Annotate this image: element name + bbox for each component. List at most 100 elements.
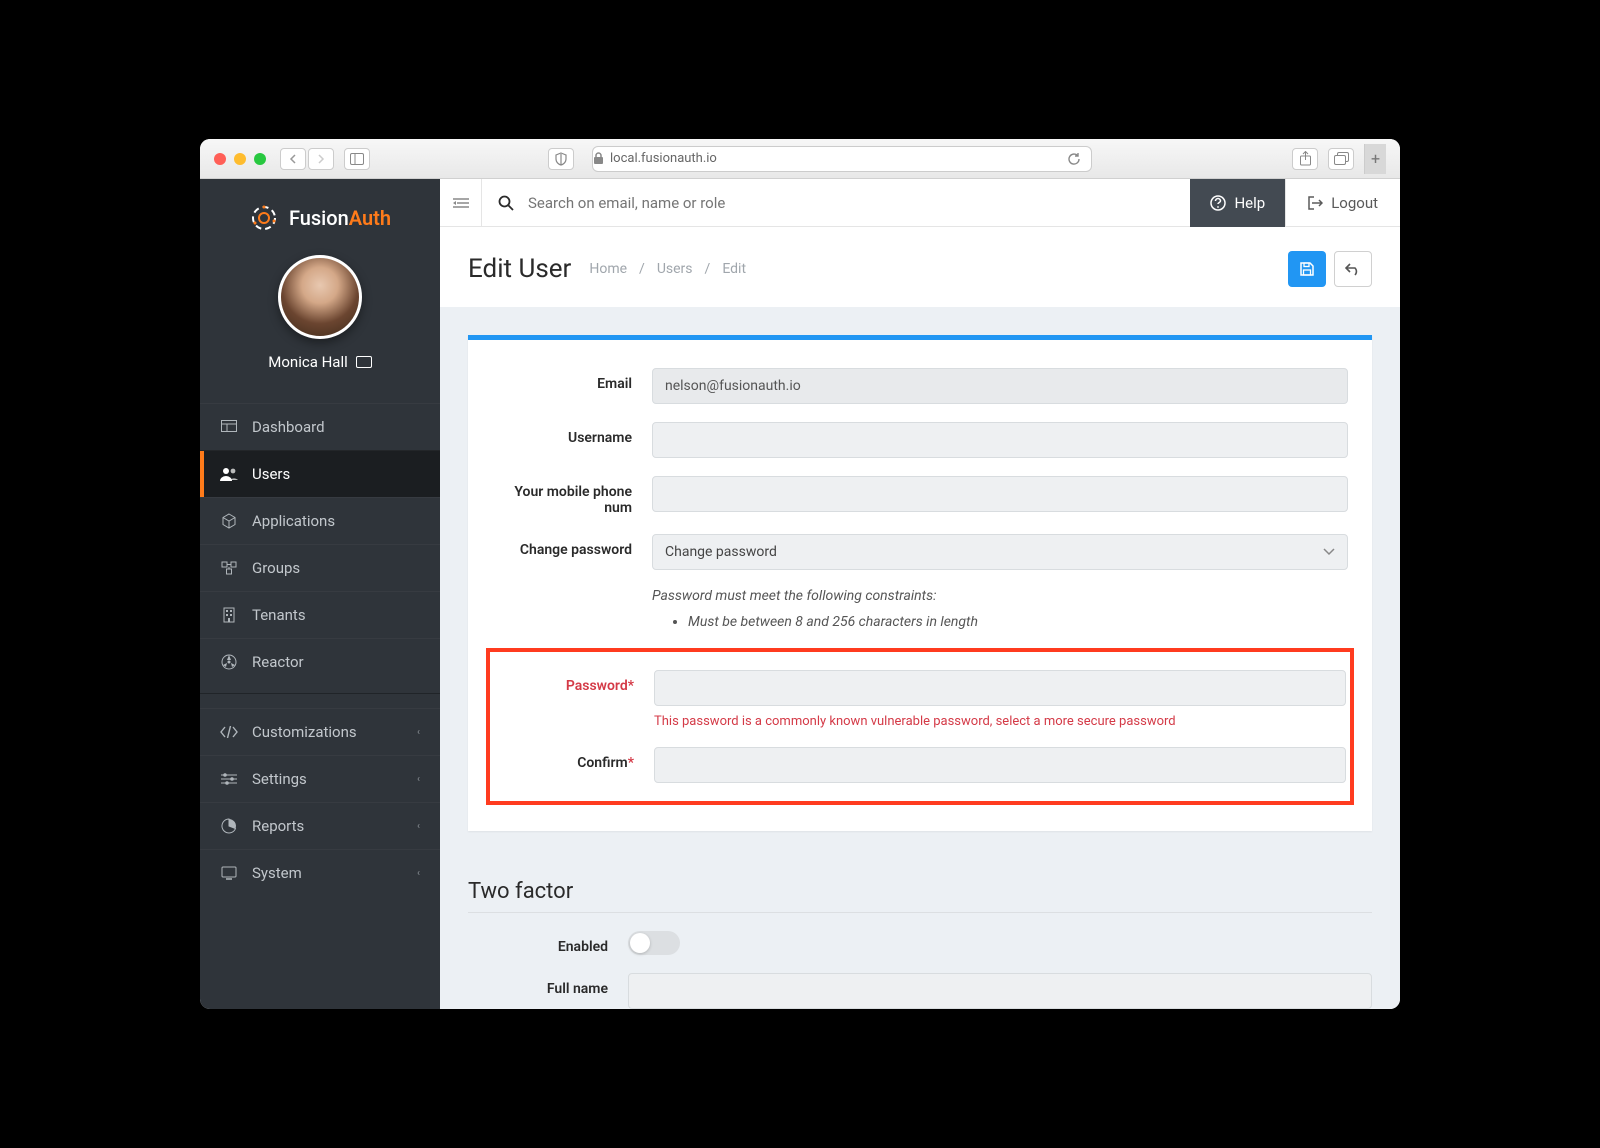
breadcrumb: Home / Users / Edit [589, 261, 746, 277]
share-button[interactable] [1292, 148, 1318, 170]
url-bar[interactable]: local.fusionauth.io [592, 146, 1092, 172]
password-label: Password [494, 670, 634, 694]
sidebar-item-label: System [252, 864, 302, 882]
fullname-label: Full name [468, 973, 608, 997]
sidebar-item-tenants[interactable]: Tenants [200, 591, 440, 638]
sidebar-toggle-button[interactable] [344, 148, 370, 170]
code-icon [220, 726, 238, 738]
browser-window: local.fusionauth.io + [200, 139, 1400, 1009]
sidebar-item-label: Users [252, 465, 290, 483]
page-header: Edit User Home / Users / Edit [440, 227, 1400, 307]
minimize-window-button[interactable] [234, 153, 246, 165]
phone-label: Your mobile phone num [492, 476, 632, 516]
sidebar-item-label: Reactor [252, 653, 304, 671]
current-user-name: Monica Hall [268, 353, 371, 371]
search-icon [498, 195, 514, 211]
sidebar-item-groups[interactable]: Groups [200, 544, 440, 591]
edit-user-panel: Email Username Your mobile phone num Cha… [468, 335, 1372, 831]
groups-icon [220, 561, 238, 575]
password-error-text: This password is a commonly known vulner… [654, 714, 1346, 729]
chevron-down-icon [1323, 548, 1335, 556]
chevron-left-icon: ‹ [417, 821, 420, 832]
url-text: local.fusionauth.io [610, 151, 717, 166]
username-field[interactable] [652, 422, 1348, 458]
sidebar-item-users[interactable]: Users [200, 450, 440, 497]
browser-titlebar: local.fusionauth.io + [200, 139, 1400, 179]
topbar: Help Logout [440, 179, 1400, 227]
confirm-label: Confirm [494, 747, 634, 771]
chevron-left-icon: ‹ [417, 868, 420, 879]
close-window-button[interactable] [214, 153, 226, 165]
constraints-heading: Password must meet the following constra… [652, 588, 1348, 604]
search-input[interactable] [528, 194, 1174, 212]
password-field[interactable] [654, 670, 1346, 706]
sidebar-item-settings[interactable]: Settings ‹ [200, 755, 440, 802]
traffic-lights [214, 153, 266, 165]
fullname-field[interactable] [628, 973, 1372, 1009]
maximize-window-button[interactable] [254, 153, 266, 165]
breadcrumb-edit: Edit [722, 261, 746, 277]
change-password-label: Change password [492, 534, 632, 558]
tabs-button[interactable] [1328, 148, 1354, 170]
main-content: Help Logout Edit User Home / Users / Edi… [440, 179, 1400, 1009]
undo-icon [1345, 262, 1361, 276]
two-factor-toggle[interactable] [628, 931, 680, 955]
save-button[interactable] [1288, 251, 1326, 287]
back-button[interactable] [280, 148, 306, 170]
sliders-icon [220, 772, 238, 786]
logout-icon [1308, 196, 1323, 210]
email-field[interactable] [652, 368, 1348, 404]
privacy-shield-icon[interactable] [548, 148, 574, 170]
two-factor-title: Two factor [468, 879, 1372, 913]
sidebar-item-label: Customizations [252, 723, 357, 741]
logo-text: FusionAuth [289, 206, 391, 230]
breadcrumb-home[interactable]: Home [589, 261, 627, 277]
save-icon [1299, 261, 1315, 277]
building-icon [220, 607, 238, 623]
cube-icon [220, 513, 238, 529]
chevron-left-icon: ‹ [417, 774, 420, 785]
page-title: Edit User [468, 254, 571, 284]
new-tab-button[interactable]: + [1364, 144, 1386, 174]
chevron-left-icon: ‹ [417, 727, 420, 738]
sidebar-item-system[interactable]: System ‹ [200, 849, 440, 896]
back-undo-button[interactable] [1334, 251, 1372, 287]
pie-chart-icon [220, 818, 238, 834]
lock-icon [593, 152, 604, 165]
help-icon [1210, 195, 1226, 211]
avatar[interactable] [278, 255, 362, 339]
help-button[interactable]: Help [1190, 179, 1285, 227]
confirm-password-field[interactable] [654, 747, 1346, 783]
sidebar-item-label: Dashboard [252, 418, 325, 436]
breadcrumb-users[interactable]: Users [657, 261, 693, 277]
users-icon [220, 467, 238, 481]
logo-mark-icon [249, 203, 279, 233]
password-error-highlight: Password This password is a commonly kno… [486, 648, 1354, 805]
logout-button[interactable]: Logout [1285, 179, 1400, 227]
sidebar-item-label: Settings [252, 770, 307, 788]
monitor-icon [220, 866, 238, 880]
id-card-icon [356, 356, 372, 368]
reactor-icon [220, 654, 238, 670]
sidebar-item-label: Tenants [252, 606, 306, 624]
collapse-sidebar-button[interactable] [440, 179, 482, 227]
app-sidebar: FusionAuth Monica Hall Dashboard Users [200, 179, 440, 1009]
sidebar-item-reports[interactable]: Reports ‹ [200, 802, 440, 849]
sidebar-item-label: Groups [252, 559, 300, 577]
enabled-label: Enabled [468, 931, 608, 955]
sidebar-item-applications[interactable]: Applications [200, 497, 440, 544]
sidebar-item-reactor[interactable]: Reactor [200, 638, 440, 685]
sidebar-item-customizations[interactable]: Customizations ‹ [200, 708, 440, 755]
sidebar-item-label: Applications [252, 512, 335, 530]
dashboard-icon [220, 420, 238, 434]
sidebar-item-dashboard[interactable]: Dashboard [200, 403, 440, 450]
username-label: Username [492, 422, 632, 446]
logo: FusionAuth [200, 179, 440, 241]
phone-field[interactable] [652, 476, 1348, 512]
constraint-item: Must be between 8 and 256 characters in … [688, 614, 1348, 630]
change-password-select[interactable]: Change password [652, 534, 1348, 570]
sidebar-item-label: Reports [252, 817, 304, 835]
email-label: Email [492, 368, 632, 392]
refresh-icon[interactable] [1067, 152, 1081, 166]
forward-button[interactable] [308, 148, 334, 170]
